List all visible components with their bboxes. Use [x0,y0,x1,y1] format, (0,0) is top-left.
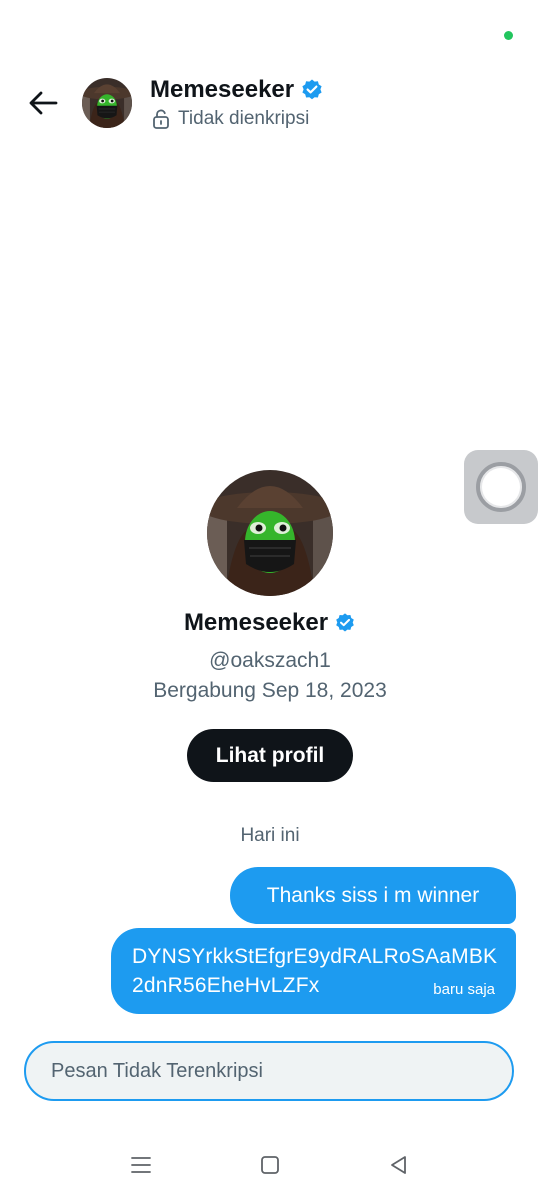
message-text: Thanks siss i m winner [266,883,480,907]
assistive-touch-icon [476,462,526,512]
message-bubble[interactable]: DYNSYrkkStEfgrE9ydRALRoSAaMBK2dnR56EheHv… [111,928,516,1014]
verified-badge-icon [336,613,354,632]
day-separator: Hari ini [240,825,300,846]
profile-handle: @oakszach1 [209,649,331,672]
header-avatar[interactable] [82,78,132,128]
message-bubble[interactable]: Thanks siss i m winner [230,867,516,924]
encryption-status: Tidak dienkripsi [178,108,310,129]
back-triangle-icon [391,1156,406,1174]
home-button[interactable] [255,1150,285,1180]
assistive-touch-button[interactable] [464,450,538,524]
message-timestamp: baru saja [433,981,495,998]
back-button[interactable] [24,86,62,120]
conversation-header: Memeseeker Tidak dienkripsi [0,60,540,150]
recent-apps-button[interactable] [126,1150,156,1180]
profile-name: Memeseeker [183,609,329,636]
back-arrow-icon [29,91,58,115]
avatar-image [82,78,132,128]
contact-name: Memeseeker [150,76,295,103]
profile-joined-date: Bergabung Sep 18, 2023 [153,679,387,702]
home-square-icon [261,1156,279,1174]
system-back-button[interactable] [384,1150,414,1180]
profile-avatar[interactable] [207,470,333,596]
unlocked-padlock-icon [153,109,169,129]
avatar-image [207,470,333,596]
message-composer[interactable] [24,1041,514,1101]
message-input[interactable] [49,1058,493,1084]
verified-badge-icon [302,79,322,100]
view-profile-button[interactable]: Lihat profil [187,729,353,782]
system-navigation-bar [0,1140,540,1190]
menu-icon [131,1157,151,1173]
status-indicator-dot [504,31,513,40]
